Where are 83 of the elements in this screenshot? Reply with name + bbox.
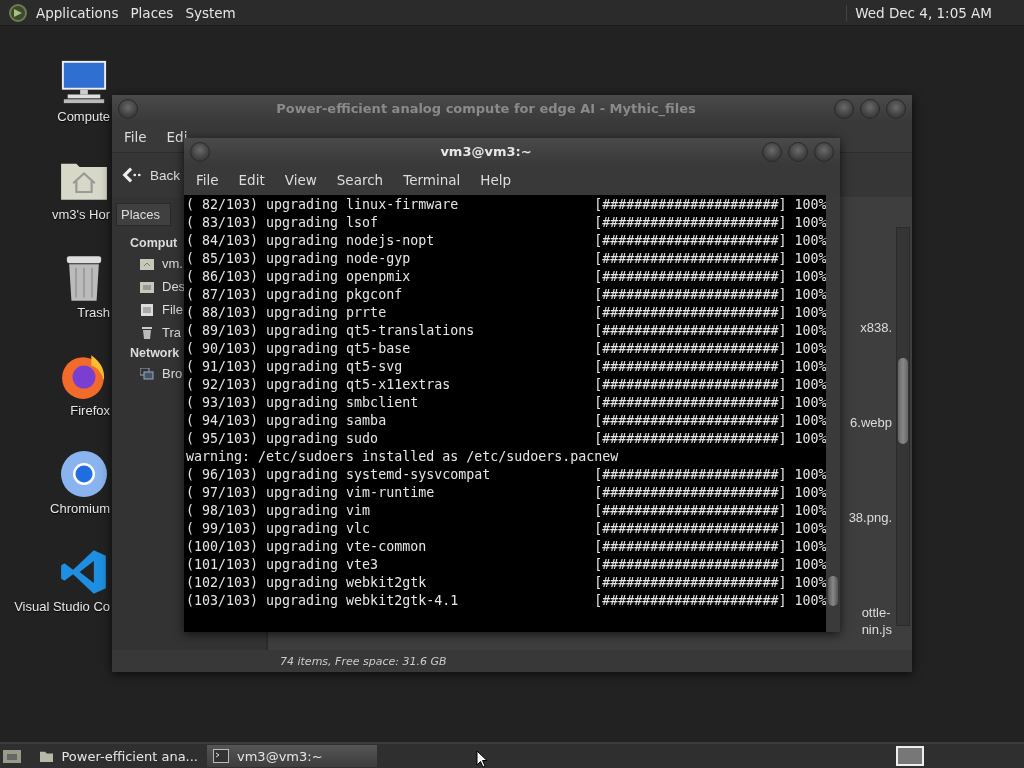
terminal-line: ( 92/103) upgrading qt5-x11extras [######################] 100% xyxy=(186,376,827,394)
terminal-line: ( 87/103) upgrading pkgconf [######################] 100% xyxy=(186,286,827,304)
terminal-line: ( 85/103) upgrading node-gyp [######################] 100% xyxy=(186,250,827,268)
maximize-button[interactable] xyxy=(860,98,880,119)
terminal-line: ( 86/103) upgrading openpmix [######################] 100% xyxy=(186,268,827,286)
drive-icon xyxy=(140,303,154,316)
terminal-line: warning: /etc/sudoers installed as /etc/sudoers.pacnew xyxy=(186,448,620,466)
terminal-line: ( 96/103) upgrading systemd-sysvcompat [######################] 100% xyxy=(186,466,827,484)
file-name[interactable]: ottle- nin.js xyxy=(861,604,892,638)
menu-item[interactable]: View xyxy=(276,172,325,188)
window-title: Power-efficient analog compute for edge AI - Mythic_files xyxy=(275,101,697,116)
menu-item[interactable]: Terminal xyxy=(395,172,469,188)
close-button[interactable] xyxy=(886,98,906,119)
terminal-line: ( 82/103) upgrading linux-firmware [######################] 100% xyxy=(186,196,827,214)
file-name[interactable]: x838. xyxy=(860,319,892,336)
desktop-icon-label[interactable]: Visual Studio Co xyxy=(14,599,110,614)
panel-menu[interactable]: Places xyxy=(126,4,182,21)
terminal-line: ( 94/103) upgrading samba [######################] 100% xyxy=(186,412,827,430)
minimize-button[interactable] xyxy=(762,141,782,162)
terminal-line: (100/103) upgrading vte-common [######################] 100% xyxy=(186,538,827,556)
home-folder-icon xyxy=(140,257,154,270)
window-menu-button[interactable] xyxy=(118,98,138,119)
terminal-line: ( 99/103) upgrading vlc [######################] 100% xyxy=(186,520,827,538)
terminal-line: (103/103) upgrading webkit2gtk-4.1 [######################] 100% xyxy=(186,592,827,610)
maximize-button[interactable] xyxy=(788,141,808,162)
terminal-line: (101/103) upgrading vte3 [######################] 100% xyxy=(186,556,827,574)
back-arrow-icon xyxy=(122,166,142,184)
terminal-line: ( 97/103) upgrading vim-runtime [######################] 100% xyxy=(186,484,827,502)
terminal-line: ( 98/103) upgrading vim [######################] 100% xyxy=(186,502,827,520)
taskbar-button[interactable]: vm3@vm3:~ xyxy=(207,745,377,767)
file-name[interactable]: 38.png. xyxy=(848,509,892,526)
desktop-icon-label[interactable]: Compute xyxy=(57,109,110,124)
menu-item[interactable]: File xyxy=(116,129,155,145)
sidebar-dropdown[interactable]: Places xyxy=(116,203,172,226)
sidebar-item[interactable]: vm. xyxy=(162,256,183,271)
workspace-switcher[interactable] xyxy=(896,746,924,766)
terminal-line: ( 89/103) upgrading qt5-translations [######################] 100% xyxy=(186,322,827,340)
terminal-line: ( 95/103) upgrading sudo [######################] 100% xyxy=(186,430,827,448)
terminal-line: ( 90/103) upgrading qt5-base [######################] 100% xyxy=(186,340,827,358)
menu-item[interactable]: Edit xyxy=(230,172,273,188)
folder-icon xyxy=(140,280,154,293)
panel-menu[interactable]: Applications xyxy=(32,4,127,21)
distro-logo-icon[interactable] xyxy=(8,2,28,23)
sidebar-heading: Comput xyxy=(130,236,178,250)
sidebar-item[interactable]: File xyxy=(162,302,183,317)
menu-item[interactable]: File xyxy=(188,172,227,188)
terminal-line: ( 93/103) upgrading smbclient [######################] 100% xyxy=(186,394,827,412)
desktop-icon-label[interactable]: Firefox xyxy=(70,403,110,418)
menu-item[interactable]: Help xyxy=(472,172,520,188)
desktop-icon-label[interactable]: Chromium xyxy=(50,501,110,516)
computer-icon[interactable] xyxy=(60,58,108,106)
scrollbar[interactable] xyxy=(826,195,840,632)
desktop-icon-label[interactable]: Trash xyxy=(77,305,110,320)
show-desktop-icon[interactable] xyxy=(2,748,22,764)
folder-icon xyxy=(40,749,54,763)
scrollbar[interactable] xyxy=(896,227,910,626)
chromium-icon[interactable] xyxy=(60,450,108,498)
sidebar-heading: Network xyxy=(130,346,180,360)
terminal-line: ( 88/103) upgrading prrte [######################] 100% xyxy=(186,304,827,322)
window-title: vm3@vm3:~ xyxy=(439,144,533,159)
file-name[interactable]: 6.webp xyxy=(850,414,892,431)
terminal-icon xyxy=(213,749,229,763)
menu-item[interactable]: Search xyxy=(328,172,392,188)
panel-menu[interactable]: System xyxy=(181,4,244,21)
vscode-icon[interactable] xyxy=(60,548,108,596)
mouse-pointer-icon xyxy=(476,750,488,768)
terminal-line: (102/103) upgrading webkit2gtk [######################] 100% xyxy=(186,574,827,592)
trash-icon xyxy=(140,326,154,339)
terminal-line: ( 84/103) upgrading nodejs-nopt [######################] 100% xyxy=(186,232,827,250)
minimize-button[interactable] xyxy=(834,98,854,119)
sidebar-item[interactable]: Bro xyxy=(162,366,183,381)
terminal-line: ( 91/103) upgrading qt5-svg [######################] 100% xyxy=(186,358,827,376)
status-text: 74 items, Free space: 31.6 GB xyxy=(112,650,912,672)
close-button[interactable] xyxy=(814,141,834,162)
network-icon xyxy=(140,367,154,380)
sidebar-item[interactable]: Tra xyxy=(162,325,182,340)
terminal-line: ( 83/103) upgrading lsof [######################] 100% xyxy=(186,214,827,232)
back-button[interactable]: Back xyxy=(112,162,184,188)
desktop-icon-label[interactable]: vm3's Hor xyxy=(51,207,110,222)
clock[interactable]: Wed Dec 4, 1:05 AM xyxy=(846,4,1024,21)
sidebar-item[interactable]: Des xyxy=(162,279,186,294)
taskbar-button[interactable]: Power-efficient ana... xyxy=(34,745,204,767)
window-menu-button[interactable] xyxy=(190,141,210,162)
